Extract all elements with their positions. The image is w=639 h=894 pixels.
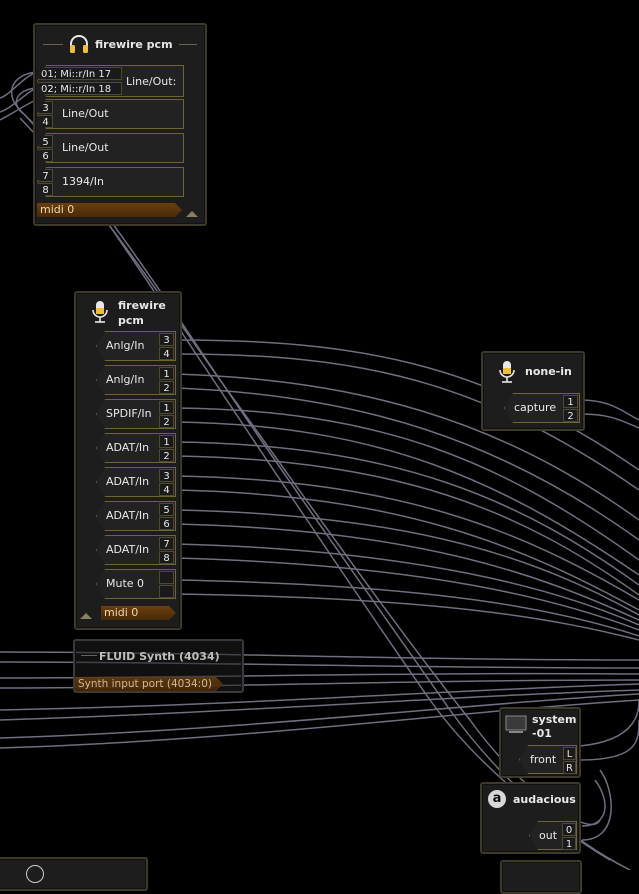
node-title: audacious bbox=[513, 793, 576, 806]
channel-label: 0 bbox=[562, 823, 576, 836]
port-label: Line/Out bbox=[62, 107, 109, 120]
channel-label: 8 bbox=[38, 183, 53, 196]
fluid-synth-node[interactable]: FLUID Synth (4034) Synth input port (403… bbox=[73, 639, 244, 693]
out-port[interactable]: out 0 1 bbox=[529, 821, 577, 850]
port-label: Mute 0 bbox=[106, 577, 145, 590]
capture-port-5[interactable]: ADAT/In 5 6 bbox=[96, 501, 176, 531]
channel-label: 6 bbox=[38, 149, 53, 162]
node-icon bbox=[26, 865, 44, 883]
monitor-icon bbox=[505, 715, 527, 733]
channel-label: 2 bbox=[159, 381, 174, 394]
node-title-line1: firewire bbox=[118, 299, 166, 312]
port-label: front bbox=[530, 753, 557, 766]
playback-port-line-out-1[interactable]: 01; Mi::r/In 17 02; Mi::r/In 18 Line/Out… bbox=[37, 65, 184, 97]
none-in-node[interactable]: none-in capture 1 2 bbox=[481, 351, 585, 431]
node-title: none-in bbox=[525, 365, 572, 378]
port-label: capture bbox=[514, 401, 557, 414]
title-decoration bbox=[43, 44, 63, 45]
title-decoration bbox=[81, 655, 97, 656]
microphone-icon bbox=[92, 301, 108, 323]
system-node[interactable]: system -01 front L R bbox=[499, 707, 581, 778]
capture-port-6[interactable]: ADAT/In 7 8 bbox=[96, 535, 176, 565]
channel-label: 6 bbox=[159, 517, 174, 530]
channel-label: 4 bbox=[38, 115, 53, 128]
channel-label bbox=[159, 585, 174, 598]
port-label: Line/Out bbox=[62, 141, 109, 154]
audacious-node[interactable]: a audacious out 0 1 bbox=[480, 782, 581, 854]
channel-label: 1 bbox=[562, 837, 576, 850]
title-decoration bbox=[179, 44, 197, 45]
channel-label: 3 bbox=[159, 469, 174, 482]
channel-label: 02; Mi::r/In 18 bbox=[38, 82, 122, 95]
capture-port-4[interactable]: ADAT/In 3 4 bbox=[96, 467, 176, 497]
wire bbox=[0, 71, 37, 99]
port-label: Anlg/In bbox=[106, 373, 145, 386]
wire bbox=[579, 413, 639, 429]
channel-label: 7 bbox=[159, 537, 174, 550]
firewire-pcm-playback-node[interactable]: firewire pcm 01; Mi::r/In 17 02; Mi::r/I… bbox=[33, 23, 207, 226]
port-label: Line/Out: bbox=[126, 75, 177, 88]
node-title-line2: -01 bbox=[532, 727, 552, 740]
channel-label: 1 bbox=[159, 367, 174, 380]
channel-label: 5 bbox=[159, 503, 174, 516]
front-port[interactable]: front L R bbox=[519, 745, 577, 774]
wire bbox=[175, 523, 639, 621]
node-title-line1: system bbox=[532, 713, 577, 726]
channel-label bbox=[159, 571, 174, 584]
capture-port-3[interactable]: ADAT/In 1 2 bbox=[96, 433, 176, 463]
capture-port[interactable]: capture 1 2 bbox=[504, 393, 580, 423]
midi-port[interactable]: midi 0 bbox=[101, 606, 176, 620]
node-title: FLUID Synth (4034) bbox=[99, 650, 220, 663]
port-label: Anlg/In bbox=[106, 339, 145, 352]
channel-label: L bbox=[563, 747, 576, 760]
partial-node-bottom-left[interactable] bbox=[0, 857, 148, 891]
capture-port-1[interactable]: Anlg/In 1 2 bbox=[96, 365, 176, 395]
channel-label: 3 bbox=[159, 333, 174, 346]
node-title-line2: pcm bbox=[118, 314, 144, 327]
channel-label: 1 bbox=[159, 435, 174, 448]
capture-port-0[interactable]: Anlg/In 3 4 bbox=[96, 331, 176, 361]
audacious-app-icon: a bbox=[488, 790, 506, 808]
partial-node-bottom-right[interactable] bbox=[500, 860, 582, 894]
channel-label: 1 bbox=[563, 395, 578, 408]
midi-port[interactable]: midi 0 bbox=[37, 203, 182, 217]
channel-label: 4 bbox=[159, 483, 174, 496]
channel-label: 2 bbox=[159, 449, 174, 462]
synth-input-port[interactable]: Synth input port (4034:0) bbox=[75, 677, 223, 691]
channel-label: 5 bbox=[38, 135, 53, 148]
channel-label: 7 bbox=[38, 169, 53, 182]
capture-port-2[interactable]: SPDIF/In 1 2 bbox=[96, 399, 176, 429]
channel-label: R bbox=[563, 761, 576, 774]
wire bbox=[579, 699, 639, 747]
channel-label: 01; Mi::r/In 17 bbox=[38, 67, 122, 80]
wire bbox=[581, 779, 606, 827]
port-label: 1394/In bbox=[62, 175, 104, 188]
channel-label: 2 bbox=[159, 415, 174, 428]
playback-port-line-out-2[interactable]: 3 4 Line/Out bbox=[37, 99, 184, 129]
port-label: SPDIF/In bbox=[106, 407, 152, 420]
playback-port-1394-in[interactable]: 7 8 1394/In bbox=[37, 167, 184, 197]
wire bbox=[581, 769, 612, 841]
channel-label: 1 bbox=[159, 401, 174, 414]
app-icon-letter: a bbox=[492, 791, 502, 806]
channel-label: 4 bbox=[159, 347, 174, 360]
channel-label: 3 bbox=[38, 101, 53, 114]
microphone-icon bbox=[499, 361, 515, 383]
channel-label: 2 bbox=[563, 409, 578, 422]
channel-label: 8 bbox=[159, 551, 174, 564]
wire bbox=[175, 543, 639, 626]
capture-port-7[interactable]: Mute 0 bbox=[96, 569, 176, 599]
port-label: ADAT/In bbox=[106, 441, 150, 454]
port-label: ADAT/In bbox=[106, 543, 150, 556]
resize-grip[interactable] bbox=[186, 211, 198, 217]
resize-grip[interactable] bbox=[80, 613, 92, 619]
wire bbox=[175, 557, 639, 631]
headphones-icon bbox=[70, 35, 88, 53]
node-title: firewire pcm bbox=[95, 38, 173, 51]
playback-port-line-out-3[interactable]: 5 6 Line/Out bbox=[37, 133, 184, 163]
port-label: out bbox=[539, 829, 558, 842]
port-label: ADAT/In bbox=[106, 509, 150, 522]
port-label: ADAT/In bbox=[106, 475, 150, 488]
